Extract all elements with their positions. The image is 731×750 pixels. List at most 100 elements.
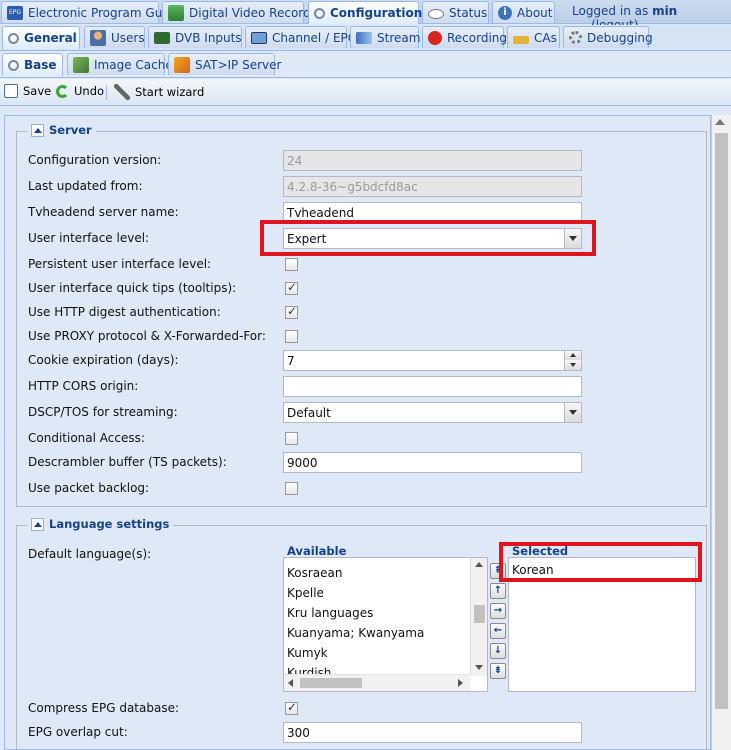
digest-auth-checkbox[interactable]: [285, 304, 298, 319]
action-toolbar: Save Undo Start wizard: [0, 79, 731, 106]
backlog-label: Use packet backlog:: [28, 481, 150, 495]
collapse-toggle-icon[interactable]: [31, 517, 44, 531]
server-legend: Server: [27, 123, 96, 137]
collapse-toggle-icon[interactable]: [31, 123, 44, 137]
info-icon: i: [498, 5, 512, 20]
list-item[interactable]: Kosraean: [284, 563, 487, 583]
wrench-icon: [8, 59, 19, 71]
save-button[interactable]: Save: [4, 84, 51, 98]
key-icon: [513, 35, 529, 44]
cors-label: HTTP CORS origin:: [28, 379, 139, 393]
move-up-button[interactable]: ↑: [490, 583, 506, 599]
general-tab-bar: Base Image Cache SAT>IP Server: [0, 52, 731, 78]
image-icon: [73, 56, 89, 73]
tab-base[interactable]: Base: [2, 53, 63, 76]
stepper-down-icon[interactable]: [564, 360, 581, 370]
config-version-field: 24: [283, 150, 582, 171]
config-version-label: Configuration version:: [28, 153, 162, 167]
scroll-down-icon[interactable]: [475, 665, 483, 670]
dscp-select[interactable]: Default: [283, 402, 582, 423]
quick-tips-checkbox[interactable]: [285, 280, 298, 295]
tab-about[interactable]: i About: [492, 1, 555, 23]
available-list[interactable]: Kosraean Kpelle Kru languages Kuanyama; Kwa…: [283, 557, 488, 692]
compress-epg-checkbox[interactable]: [285, 700, 298, 715]
tab-stream[interactable]: Stream: [350, 26, 420, 48]
cors-input[interactable]: [283, 376, 582, 397]
toolbar-separator: [106, 85, 107, 100]
tab-dvb-inputs[interactable]: DVB Inputs: [148, 26, 242, 48]
tab-dvr[interactable]: Digital Video Recorder: [162, 1, 323, 23]
epg-overlap-label: EPG overlap cut:: [28, 725, 128, 739]
card-icon: [154, 31, 170, 44]
list-item[interactable]: Korean: [509, 560, 695, 580]
scroll-up-icon[interactable]: [475, 562, 483, 567]
cookie-stepper[interactable]: 7: [283, 350, 582, 371]
remove-left-button[interactable]: ←: [490, 623, 506, 639]
satellite-icon: [174, 56, 190, 73]
proxy-checkbox[interactable]: [285, 330, 298, 343]
dscp-label: DSCP/TOS for streaming:: [28, 405, 178, 419]
login-username: min: [652, 4, 678, 18]
tab-users[interactable]: Users: [84, 26, 145, 48]
move-top-button[interactable]: ⇞: [490, 563, 506, 579]
add-right-button[interactable]: →: [490, 603, 506, 619]
list-vertical-scrollbar[interactable]: [470, 558, 487, 676]
ui-level-label: User interface level:: [28, 231, 150, 245]
tv-icon: [251, 31, 267, 44]
tab-status[interactable]: Status: [422, 1, 489, 23]
tab-satip-server[interactable]: SAT>IP Server: [168, 53, 281, 75]
cond-access-checkbox[interactable]: [285, 432, 298, 445]
config-panel: Server Configuration version: 24 Last up…: [4, 115, 711, 750]
stream-icon: [356, 31, 372, 44]
scroll-thumb[interactable]: [300, 678, 362, 688]
page-scrollbar[interactable]: [711, 115, 731, 750]
chevron-down-icon[interactable]: [564, 403, 581, 422]
list-horizontal-scrollbar[interactable]: [284, 674, 470, 691]
scroll-up-icon[interactable]: [715, 119, 725, 125]
epg-icon: EPG: [7, 5, 23, 20]
scroll-thumb[interactable]: [474, 605, 485, 623]
tab-recording[interactable]: Recording: [422, 26, 507, 48]
gears-icon: [569, 31, 582, 44]
scroll-right-icon[interactable]: [458, 679, 463, 687]
language-legend: Language settings: [27, 517, 174, 531]
tab-image-cache[interactable]: Image Cache: [67, 53, 173, 75]
available-header: Available: [287, 544, 347, 558]
tab-configuration[interactable]: Configuration: [308, 1, 422, 24]
ui-level-value: Expert: [287, 232, 327, 246]
tab-epg[interactable]: EPG Electronic Program Guide: [1, 1, 181, 23]
move-down-button[interactable]: ↓: [490, 643, 506, 659]
start-wizard-button[interactable]: Start wizard: [114, 84, 204, 100]
server-name-input[interactable]: Tvheadend: [283, 202, 582, 223]
cookie-value: 7: [287, 354, 295, 368]
descrambler-input[interactable]: 9000: [283, 452, 582, 473]
tab-channel-epg[interactable]: Channel / EPG: [245, 26, 357, 48]
tab-debugging[interactable]: Debugging: [563, 26, 653, 48]
ui-level-select[interactable]: Expert: [283, 228, 582, 249]
list-item[interactable]: Kru languages: [284, 603, 487, 623]
quick-tips-label: User interface quick tips (tooltips):: [28, 281, 237, 295]
wand-icon: [114, 84, 130, 100]
cond-access-label: Conditional Access:: [28, 431, 145, 445]
selected-list[interactable]: Korean: [508, 557, 696, 692]
move-bottom-button[interactable]: ⇟: [490, 663, 506, 679]
tab-cas[interactable]: CAs: [507, 26, 560, 48]
config-tab-bar: General Users DVB Inputs Channel / EPG S…: [0, 25, 731, 51]
cookie-label: Cookie expiration (days):: [28, 353, 179, 367]
default-language-label: Default language(s):: [28, 547, 152, 561]
wrench-icon: [314, 7, 325, 19]
list-item[interactable]: Kumyk: [284, 643, 487, 663]
chevron-down-icon[interactable]: [564, 229, 581, 248]
dscp-value: Default: [287, 406, 331, 420]
scroll-thumb[interactable]: [715, 133, 728, 709]
rec-icon: [428, 30, 442, 45]
epg-overlap-input[interactable]: 300: [283, 722, 582, 743]
list-item[interactable]: Kuanyama; Kwanyama: [284, 623, 487, 643]
backlog-checkbox[interactable]: [285, 482, 298, 495]
scroll-left-icon[interactable]: [288, 679, 293, 687]
descrambler-label: Descrambler buffer (TS packets):: [28, 455, 227, 469]
persistent-ui-checkbox[interactable]: [285, 258, 298, 271]
tab-general[interactable]: General: [2, 26, 80, 49]
undo-button[interactable]: Undo: [56, 84, 104, 98]
list-item[interactable]: Kpelle: [284, 583, 487, 603]
